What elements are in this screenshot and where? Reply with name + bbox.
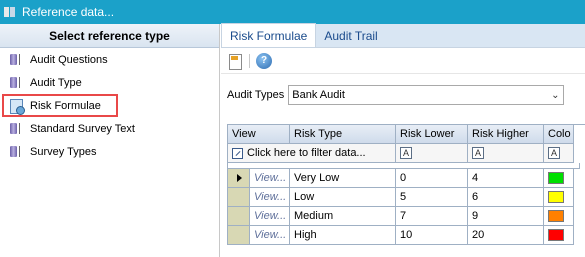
cell-risk-type[interactable]: Low: [290, 188, 396, 207]
cell-risk-lower[interactable]: 0: [396, 169, 468, 188]
filter-icon: [232, 147, 243, 159]
database-icon: [10, 145, 22, 158]
color-swatch: [548, 210, 564, 222]
color-swatch: [548, 191, 564, 203]
view-link[interactable]: View...: [250, 207, 290, 226]
table-row[interactable]: View... High 10 20: [228, 226, 585, 245]
ref-item-label: Survey Types: [30, 145, 97, 158]
grid-header-row: View Risk Type Risk Lower Risk Higher Co…: [228, 125, 585, 144]
formula-icon: [10, 98, 25, 115]
database-icon: [10, 76, 22, 89]
table-row[interactable]: View... Medium 7 9: [228, 207, 585, 226]
view-link[interactable]: View...: [250, 188, 290, 207]
cell-color[interactable]: [544, 169, 574, 188]
title-bar: Reference data...: [0, 0, 585, 24]
ref-item-audit-type[interactable]: Audit Type: [0, 71, 219, 94]
view-link-text: View...: [254, 172, 287, 184]
toolbar: ?: [221, 48, 585, 74]
grid-filter-row: Click here to filter data... A A A: [228, 144, 585, 163]
text-filter-icon: A: [472, 147, 484, 159]
column-header-risk-lower[interactable]: Risk Lower: [396, 125, 468, 144]
toolbar-separator: [249, 53, 250, 68]
window-title: Reference data...: [22, 5, 115, 19]
tab-strip: Risk Formulae Audit Trail: [221, 23, 585, 48]
database-icon: [10, 122, 22, 135]
new-document-icon[interactable]: [227, 53, 243, 70]
table-row[interactable]: View... Very Low 0 4: [228, 169, 585, 188]
audit-types-value: Bank Audit: [292, 89, 345, 101]
column-header-view[interactable]: View: [228, 125, 290, 144]
reference-type-list: Audit Questions Audit Type Risk Formulae…: [0, 48, 219, 163]
column-header-color[interactable]: Colo: [544, 125, 574, 144]
ref-item-label: Risk Formulae: [30, 99, 101, 112]
view-link[interactable]: View...: [250, 226, 290, 245]
audit-types-dropdown[interactable]: Bank Audit ⌄: [288, 85, 565, 105]
cell-risk-higher[interactable]: 20: [468, 226, 544, 245]
cell-risk-higher[interactable]: 6: [468, 188, 544, 207]
ref-item-label: Standard Survey Text: [30, 122, 135, 135]
ref-item-standard-survey-text[interactable]: Standard Survey Text: [0, 117, 219, 140]
table-row[interactable]: View... Low 5 6: [228, 188, 585, 207]
chevron-down-icon: ⌄: [551, 89, 560, 101]
cell-color[interactable]: [544, 226, 574, 245]
audit-type-filter: Audit Types Bank Audit ⌄: [221, 74, 585, 116]
row-selector[interactable]: [228, 226, 250, 245]
current-row-arrow-icon: [237, 174, 242, 182]
tab-risk-formulae[interactable]: Risk Formulae: [221, 23, 317, 47]
color-swatch: [548, 229, 564, 241]
view-link[interactable]: View...: [250, 169, 290, 188]
column-header-risk-higher[interactable]: Risk Higher: [468, 125, 544, 144]
row-selector[interactable]: [228, 169, 250, 188]
color-swatch: [548, 172, 564, 184]
filter-cell-risk-type[interactable]: Click here to filter data...: [228, 144, 396, 163]
risk-formulae-grid: View Risk Type Risk Lower Risk Higher Co…: [227, 124, 585, 245]
view-link-text: View...: [254, 229, 287, 241]
cell-risk-lower[interactable]: 5: [396, 188, 468, 207]
cell-risk-higher[interactable]: 4: [468, 169, 544, 188]
help-icon[interactable]: ?: [256, 52, 272, 69]
tab-audit-trail[interactable]: Audit Trail: [316, 25, 385, 47]
cell-risk-type[interactable]: Very Low: [290, 169, 396, 188]
audit-types-label: Audit Types: [227, 89, 285, 101]
column-header-risk-type[interactable]: Risk Type: [290, 125, 396, 144]
row-selector[interactable]: [228, 207, 250, 226]
database-icon: [10, 53, 22, 66]
text-filter-icon: A: [400, 147, 412, 159]
reference-type-header: Select reference type: [0, 24, 219, 48]
text-filter-icon: A: [548, 147, 560, 159]
filter-cell-color[interactable]: A: [544, 144, 574, 163]
ref-item-audit-questions[interactable]: Audit Questions: [0, 48, 219, 71]
reference-type-pane: Select reference type Audit Questions Au…: [0, 24, 220, 257]
cell-risk-type[interactable]: Medium: [290, 207, 396, 226]
filter-cell-risk-higher[interactable]: A: [468, 144, 544, 163]
cell-color[interactable]: [544, 207, 574, 226]
row-selector[interactable]: [228, 188, 250, 207]
cell-risk-type[interactable]: High: [290, 226, 396, 245]
ref-item-risk-formulae[interactable]: Risk Formulae: [2, 94, 118, 117]
app-icon: [4, 6, 16, 18]
filter-cell-risk-lower[interactable]: A: [396, 144, 468, 163]
filter-placeholder: Click here to filter data...: [247, 147, 366, 159]
cell-risk-lower[interactable]: 10: [396, 226, 468, 245]
cell-risk-higher[interactable]: 9: [468, 207, 544, 226]
cell-risk-lower[interactable]: 7: [396, 207, 468, 226]
view-link-text: View...: [254, 210, 287, 222]
ref-item-survey-types[interactable]: Survey Types: [0, 140, 219, 163]
ref-item-label: Audit Type: [30, 76, 82, 89]
view-link-text: View...: [254, 191, 287, 203]
cell-color[interactable]: [544, 188, 574, 207]
ref-item-label: Audit Questions: [30, 53, 108, 66]
